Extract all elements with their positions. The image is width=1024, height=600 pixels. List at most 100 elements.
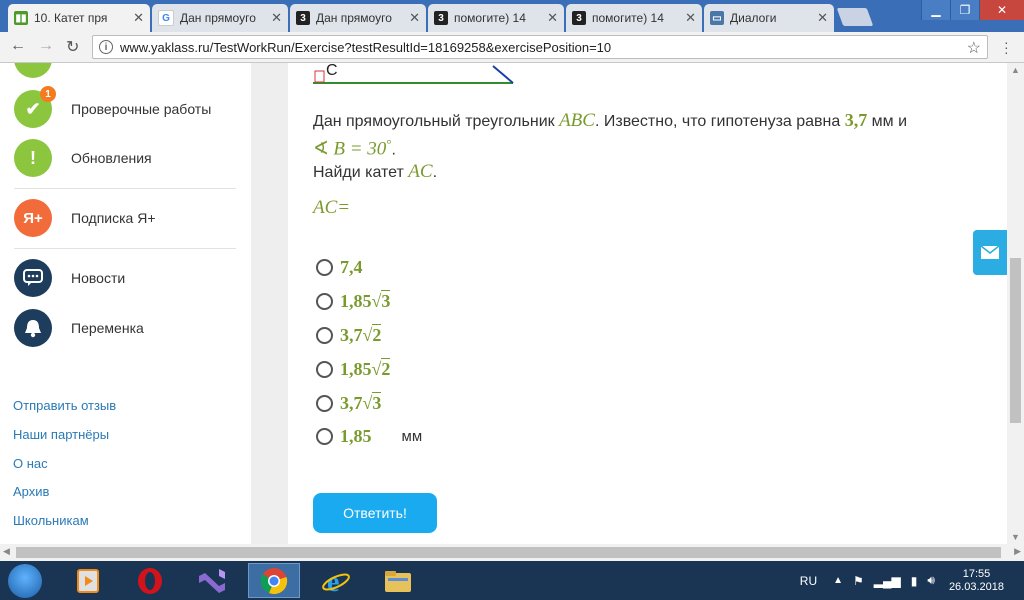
- checkmark-icon: ✔ 1: [14, 86, 56, 128]
- close-icon[interactable]: ✕: [685, 10, 696, 26]
- sidebar-item-tests[interactable]: ✔ 1 Проверочные работы: [14, 86, 211, 129]
- taskbar-chrome[interactable]: [248, 563, 300, 598]
- windows-taskbar: e RU ▲ ⚑ ▂▄▆ ▮ 🔊︎ 17:55 26.03.2018: [0, 561, 1024, 600]
- bell-icon: [14, 309, 52, 347]
- tab-znanija-3[interactable]: 3 помогите) 14 ✕: [566, 4, 702, 32]
- ie-icon: e: [322, 567, 350, 595]
- signal-icon[interactable]: ▮: [911, 574, 918, 588]
- sidebar-item-news[interactable]: Новости: [14, 258, 125, 298]
- taskbar-internet-explorer[interactable]: e: [310, 563, 362, 598]
- sidebar-item-break[interactable]: Переменка: [14, 308, 144, 348]
- link-partners[interactable]: Наши партнёры: [13, 427, 109, 442]
- horizontal-scroll-thumb[interactable]: [16, 547, 1001, 558]
- menu-dots-icon[interactable]: · · ·: [1004, 35, 1009, 59]
- tab-znanija-2[interactable]: 3 помогите) 14 ✕: [428, 4, 564, 32]
- sqrt-icon: √: [362, 392, 373, 413]
- tab-title: помогите) 14: [454, 11, 526, 25]
- window-controls: ▁ ❐ ✕: [921, 0, 1024, 20]
- znanija-icon: 3: [572, 11, 586, 25]
- info-icon[interactable]: i: [99, 40, 113, 54]
- tab-yaklass[interactable]: ▮▮ 10. Катет пря ✕: [8, 4, 150, 32]
- close-icon[interactable]: ✕: [547, 10, 558, 26]
- znanija-icon: 3: [434, 11, 448, 25]
- angle-symbol: ∢: [313, 138, 329, 160]
- close-icon[interactable]: ✕: [271, 10, 282, 26]
- exclamation-icon: !: [14, 139, 52, 177]
- tab-title: 10. Катет пря: [34, 11, 108, 25]
- tab-vk-dialogs[interactable]: ▭ Диалоги ✕: [704, 4, 834, 32]
- new-tab-button[interactable]: [836, 8, 874, 26]
- link-archive[interactable]: Архив: [13, 484, 49, 499]
- taskbar-media-player[interactable]: [62, 563, 114, 598]
- language-indicator[interactable]: RU: [800, 574, 817, 588]
- submit-answer-button[interactable]: Ответить!: [313, 493, 437, 533]
- clock-date: 26.03.2018: [948, 580, 1004, 593]
- google-icon: G: [158, 10, 174, 26]
- triangle-name: ABC: [559, 110, 595, 131]
- opera-icon: [138, 567, 162, 594]
- unit-label: мм: [401, 427, 423, 445]
- tab-znanija-1[interactable]: 3 Дан прямоуго ✕: [290, 4, 426, 32]
- divider: [14, 188, 236, 189]
- link-about[interactable]: О нас: [13, 456, 48, 471]
- sidebar-item-updates[interactable]: ! Обновления: [14, 138, 152, 178]
- answer-option-6[interactable]: 1,85 мм: [316, 424, 422, 448]
- link-feedback[interactable]: Отправить отзыв: [13, 398, 116, 413]
- taskbar-opera[interactable]: [124, 563, 176, 598]
- vertical-scrollbar[interactable]: ▲ ▼: [1007, 63, 1024, 544]
- forward-arrow-icon[interactable]: →: [38, 37, 54, 55]
- answer-option-1[interactable]: 7,4: [316, 255, 363, 279]
- clock[interactable]: 17:55 26.03.2018: [949, 568, 1004, 594]
- scroll-left-icon[interactable]: ◀: [3, 546, 10, 557]
- sqrt-icon: √: [371, 358, 382, 379]
- bookmark-star-icon[interactable]: ☆: [967, 38, 981, 58]
- start-button[interactable]: [8, 564, 42, 598]
- envelope-icon: [980, 245, 1000, 259]
- radio-button[interactable]: [316, 394, 333, 412]
- radio-button[interactable]: [316, 427, 333, 445]
- feedback-mail-button[interactable]: [973, 230, 1007, 275]
- sidebar-item-partial[interactable]: [14, 63, 52, 79]
- scroll-up-icon[interactable]: ▲: [1011, 65, 1020, 75]
- reload-icon[interactable]: ↻: [66, 37, 79, 57]
- maximize-button[interactable]: ❐: [950, 0, 979, 20]
- sidebar-item-subscription[interactable]: Я+ Подписка Я+: [14, 198, 156, 238]
- radio-button[interactable]: [316, 258, 333, 276]
- answer-option-4[interactable]: 1,85 √ 2: [316, 357, 391, 381]
- znanija-icon: 3: [296, 11, 310, 25]
- close-icon[interactable]: ✕: [409, 10, 420, 26]
- media-player-icon: [77, 568, 99, 593]
- answer-option-2[interactable]: 1,85 √ 3: [316, 289, 391, 313]
- divider: [14, 248, 236, 249]
- sidebar-item-label: Обновления: [71, 150, 152, 166]
- action-center-icon[interactable]: ⚑: [853, 574, 864, 588]
- radio-button[interactable]: [316, 360, 333, 378]
- address-bar[interactable]: i www.yaklass.ru/TestWorkRun/Exercise?te…: [92, 35, 988, 59]
- answer-option-3[interactable]: 3,7 √ 2: [316, 323, 382, 347]
- back-arrow-icon[interactable]: ←: [10, 37, 26, 55]
- answer-option-5[interactable]: 3,7 √ 3: [316, 391, 382, 415]
- close-icon[interactable]: ✕: [133, 10, 144, 26]
- answer-label: AC=: [313, 197, 351, 218]
- sidebar: ✔ 1 Проверочные работы ! Обновления Я+ П…: [0, 63, 251, 544]
- scroll-right-icon[interactable]: ▶: [1014, 546, 1021, 557]
- network-icon[interactable]: ▂▄▆: [874, 574, 901, 588]
- minimize-button[interactable]: ▁: [921, 0, 950, 20]
- volume-icon[interactable]: 🔊︎: [927, 573, 935, 588]
- close-icon[interactable]: ✕: [817, 10, 828, 26]
- system-tray: RU ▲ ⚑ ▂▄▆ ▮ 🔊︎ 17:55 26.03.2018: [800, 561, 1024, 600]
- browser-toolbar: ← → ↻ i www.yaklass.ru/TestWorkRun/Exerc…: [0, 32, 1024, 63]
- show-hidden-icons[interactable]: ▲: [833, 575, 843, 586]
- window-close-button[interactable]: ✕: [979, 0, 1024, 20]
- radio-button[interactable]: [316, 326, 333, 344]
- vertical-scroll-thumb[interactable]: [1010, 258, 1021, 423]
- scroll-down-icon[interactable]: ▼: [1011, 532, 1020, 542]
- ya-plus-icon: Я+: [14, 199, 52, 237]
- radio-button[interactable]: [316, 292, 333, 310]
- link-students[interactable]: Школьникам: [13, 513, 89, 528]
- horizontal-scrollbar[interactable]: ◀ ▶: [0, 544, 1024, 561]
- taskbar-explorer[interactable]: [372, 563, 424, 598]
- chrome-icon: [260, 567, 288, 594]
- taskbar-visual-studio[interactable]: [186, 563, 238, 598]
- tab-google[interactable]: G Дан прямоуго ✕: [152, 4, 288, 32]
